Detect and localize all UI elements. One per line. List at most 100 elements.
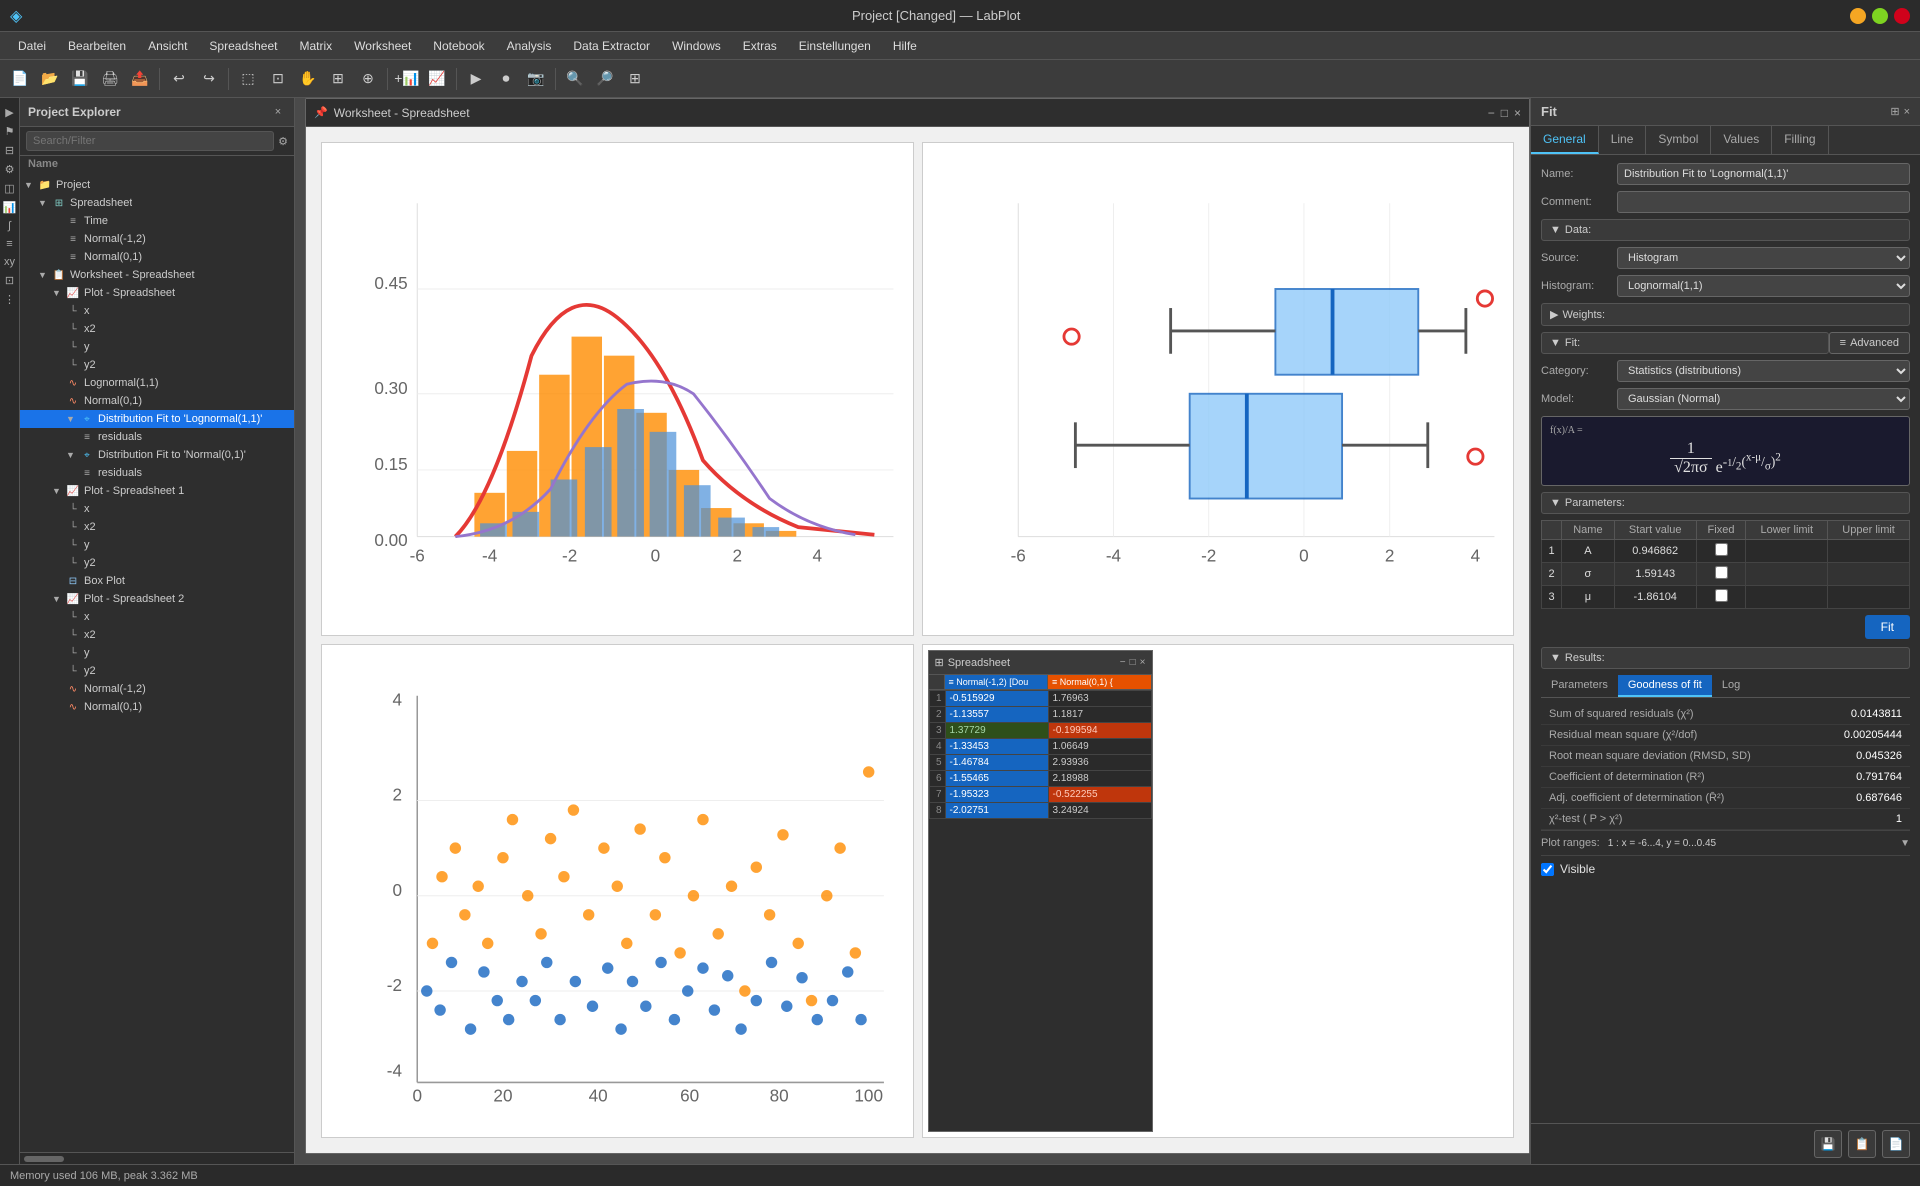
icon-filter[interactable]: ≡ (6, 238, 12, 250)
menu-hilfe[interactable]: Hilfe (883, 35, 927, 57)
tab-line[interactable]: Line (1599, 126, 1647, 154)
cell-col1[interactable]: -1.33453 (945, 739, 1048, 755)
menu-datei[interactable]: Datei (8, 35, 56, 57)
tree-item-lognormal[interactable]: ∿ Lognormal(1,1) (20, 374, 294, 392)
sidebar-close-btn[interactable]: × (270, 104, 286, 120)
zoom-button[interactable]: ⊡ (264, 65, 292, 93)
comment-input[interactable] (1617, 191, 1910, 213)
visible-checkbox[interactable] (1541, 863, 1554, 876)
icon-explore[interactable]: ⚑ (5, 125, 15, 138)
pan-button[interactable]: ✋ (294, 65, 322, 93)
tab-symbol[interactable]: Symbol (1646, 126, 1711, 154)
tree-item-x4[interactable]: └ x2 (20, 518, 294, 536)
parameters-section-header[interactable]: ▼ Parameters: (1541, 492, 1910, 514)
maximize-button[interactable] (1872, 8, 1888, 24)
worksheet-maximize-btn[interactable]: □ (1501, 106, 1508, 120)
cursor-button[interactable]: ⊞ (324, 65, 352, 93)
tree-item-worksheet[interactable]: ▼ 📋 Worksheet - Spreadsheet (20, 266, 294, 284)
param-fixed[interactable] (1696, 540, 1746, 563)
menu-spreadsheet[interactable]: Spreadsheet (199, 35, 287, 57)
sidebar-scrollbar-thumb[interactable] (24, 1156, 64, 1162)
tree-item-time[interactable]: ≡ Time (20, 212, 294, 230)
cell-col1[interactable]: -1.46784 (945, 755, 1048, 771)
navigate-button[interactable]: ⊕ (354, 65, 382, 93)
cell-col1[interactable]: -2.02751 (945, 803, 1048, 819)
cell-col1[interactable]: -1.55465 (945, 771, 1048, 787)
spreadsheet-maximize-btn[interactable]: □ (1130, 657, 1136, 668)
source-select[interactable]: Histogram (1617, 247, 1910, 269)
icon-sheet[interactable]: ⊟ (5, 144, 14, 157)
tree-item-normal12[interactable]: ≡ Normal(-1,2) (20, 230, 294, 248)
tree-item-x5[interactable]: └ x (20, 608, 294, 626)
close-button[interactable] (1894, 8, 1910, 24)
tree-item-y6[interactable]: └ y2 (20, 662, 294, 680)
tree-item-y3[interactable]: └ y (20, 536, 294, 554)
tree-item-spreadsheet[interactable]: ▼ ⊞ Spreadsheet (20, 194, 294, 212)
data-section-header[interactable]: ▼ Data: (1541, 219, 1910, 241)
menu-notebook[interactable]: Notebook (423, 35, 494, 57)
record-button[interactable]: ⏺ (492, 65, 520, 93)
menu-bearbeiten[interactable]: Bearbeiten (58, 35, 136, 57)
tree-item-residuals2[interactable]: ≡ residuals (20, 464, 294, 482)
tree-item-y4[interactable]: └ y2 (20, 554, 294, 572)
cell-col2[interactable]: -0.199594 (1048, 723, 1151, 739)
select-button[interactable]: ⬚ (234, 65, 262, 93)
tree-item-plot-spreadsheet[interactable]: ▼ 📈 Plot - Spreadsheet (20, 284, 294, 302)
cell-col1[interactable]: 1.37729 (945, 723, 1048, 739)
spreadsheet-minimize-btn[interactable]: − (1120, 657, 1126, 668)
cell-col1[interactable]: -1.13557 (945, 707, 1048, 723)
icon-points[interactable]: ⊡ (5, 274, 14, 287)
worksheet-minimize-btn[interactable]: − (1488, 106, 1495, 120)
open-button[interactable]: 📂 (36, 65, 64, 93)
results-tab-goodness[interactable]: Goodness of fit (1618, 675, 1712, 697)
fit-view-button[interactable]: ⊞ (621, 65, 649, 93)
cell-col2[interactable]: 1.1817 (1048, 707, 1151, 723)
fit-section-header[interactable]: ▼ Fit: (1541, 332, 1829, 354)
tree-item-normal01b[interactable]: ∿ Normal(0,1) (20, 392, 294, 410)
name-input[interactable] (1617, 163, 1910, 185)
add-worksheet[interactable]: +📊 (393, 65, 421, 93)
spreadsheet-close-btn[interactable]: × (1140, 657, 1146, 668)
histogram-select[interactable]: Lognormal(1,1) (1617, 275, 1910, 297)
tree-item-y2[interactable]: └ y2 (20, 356, 294, 374)
tab-filling[interactable]: Filling (1772, 126, 1828, 154)
weights-section-header[interactable]: ▶ Weights: (1541, 303, 1910, 326)
category-select[interactable]: Statistics (distributions) (1617, 360, 1910, 382)
fit-button[interactable]: Fit (1865, 615, 1910, 639)
zoom-out-button[interactable]: 🔎 (591, 65, 619, 93)
tree-item-y[interactable]: └ y (20, 338, 294, 356)
icon-chart[interactable]: 📊 (3, 201, 17, 214)
param-fixed-checkbox[interactable] (1715, 566, 1728, 579)
icon-xy[interactable]: xy (4, 256, 15, 268)
icon-arrow[interactable]: ▶ (5, 106, 13, 119)
screenshot-button[interactable]: 📷 (522, 65, 550, 93)
tree-item-x[interactable]: └ x (20, 302, 294, 320)
icon-data[interactable]: ◫ (4, 182, 14, 195)
icon-more[interactable]: ⋮ (4, 293, 15, 306)
play-button[interactable]: ▶ (462, 65, 490, 93)
menu-analysis[interactable]: Analysis (497, 35, 562, 57)
copy-btn[interactable]: 📋 (1848, 1130, 1876, 1158)
plot-ranges-dropdown-btn[interactable]: ▼ (1900, 838, 1910, 849)
tree-item-normal01[interactable]: ≡ Normal(0,1) (20, 248, 294, 266)
print-button[interactable]: 🖨 (96, 65, 124, 93)
results-tab-params[interactable]: Parameters (1541, 675, 1618, 697)
icon-tools[interactable]: ⚙ (5, 163, 15, 176)
tree-item-y5[interactable]: └ y (20, 644, 294, 662)
cell-col2[interactable]: 2.18988 (1048, 771, 1151, 787)
menu-ansicht[interactable]: Ansicht (138, 35, 197, 57)
tab-values[interactable]: Values (1711, 126, 1772, 154)
menu-extras[interactable]: Extras (733, 35, 787, 57)
tree-item-plot-spreadsheet2[interactable]: ▼ 📈 Plot - Spreadsheet 2 (20, 590, 294, 608)
icon-math[interactable]: ∫ (8, 220, 11, 232)
tree-item-boxplot[interactable]: ⊟ Box Plot (20, 572, 294, 590)
redo-button[interactable]: ↪ (195, 65, 223, 93)
tree-item-normal12b[interactable]: ∿ Normal(-1,2) (20, 680, 294, 698)
save-to-file-btn[interactable]: 💾 (1814, 1130, 1842, 1158)
cell-col2[interactable]: 1.06649 (1048, 739, 1151, 755)
cell-col2[interactable]: 1.76963 (1048, 691, 1151, 707)
results-section-header[interactable]: ▼ Results: (1541, 647, 1910, 669)
menu-matrix[interactable]: Matrix (289, 35, 342, 57)
model-select[interactable]: Gaussian (Normal) (1617, 388, 1910, 410)
param-fixed[interactable] (1696, 586, 1746, 609)
